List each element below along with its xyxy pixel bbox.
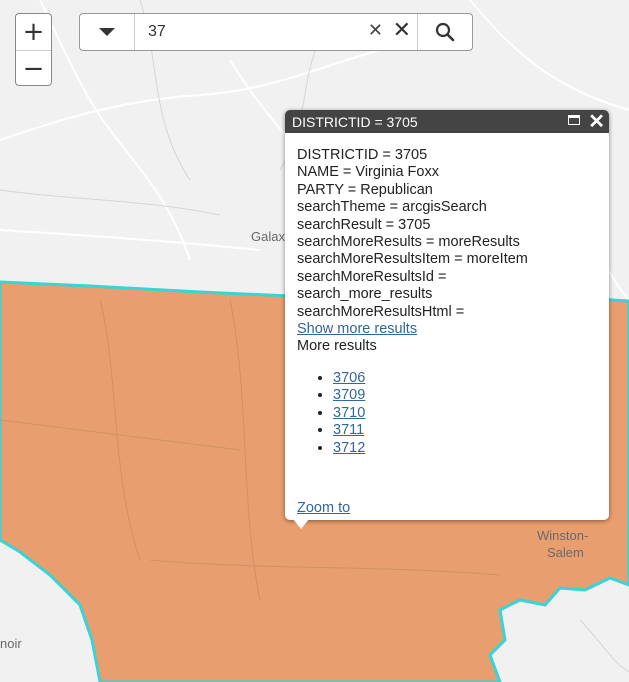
search-source-dropdown[interactable]: [80, 14, 135, 50]
popup-content: DISTRICTID = 3705 NAME = Virginia Foxx P…: [285, 133, 609, 457]
map-label-lenoir: noir: [0, 636, 22, 651]
clear-icon[interactable]: ✕: [368, 20, 383, 41]
result-link[interactable]: 3712: [333, 440, 365, 456]
list-item: 3711: [333, 422, 597, 440]
chevron-down-icon: [99, 28, 115, 36]
more-results-list: 3706 3709 3710 3711 3712: [297, 370, 597, 458]
info-popup: DISTRICTID = 3705 ✕ DISTRICTID = 3705 NA…: [285, 110, 609, 529]
attr-line: searchResult = 3705: [297, 216, 431, 233]
attr-line: searchMoreResultsHtml =: [297, 303, 465, 320]
popup-pointer: [293, 519, 309, 529]
result-link[interactable]: 3711: [333, 422, 364, 438]
more-results-label: More results: [297, 338, 377, 355]
attr-line: searchMoreResults = moreResults: [297, 234, 520, 251]
close-icon[interactable]: ✕: [393, 18, 411, 43]
search-icon: [435, 22, 455, 42]
attr-line: NAME = Virginia Foxx: [297, 164, 439, 181]
list-item: 3712: [333, 440, 597, 458]
map-label-salem: Salem: [547, 545, 584, 560]
attr-line: PARTY = Republican: [297, 181, 433, 198]
result-link[interactable]: 3709: [333, 387, 365, 403]
zoom-out-button[interactable]: −: [16, 51, 51, 87]
attr-line: searchTheme = arcgisSearch: [297, 199, 487, 216]
zoom-in-button[interactable]: +: [16, 14, 51, 51]
attr-line: search_more_results: [297, 286, 433, 303]
zoom-control: + −: [15, 13, 52, 86]
map-label-galax: Galax: [251, 229, 285, 244]
search-field-wrap: ✕ ✕: [135, 14, 417, 50]
attr-line: DISTRICTID = 3705: [297, 147, 428, 163]
search-widget: ✕ ✕: [79, 13, 473, 51]
attr-line: searchMoreResultsId =: [297, 268, 447, 285]
zoom-to-link[interactable]: Zoom to: [297, 500, 350, 516]
list-item: 3709: [333, 387, 597, 405]
popup-title: DISTRICTID = 3705: [292, 113, 418, 130]
search-button[interactable]: [417, 14, 472, 50]
list-item: 3706: [333, 370, 597, 388]
result-link[interactable]: 3706: [333, 370, 365, 386]
popup-header: DISTRICTID = 3705 ✕: [285, 110, 609, 133]
list-item: 3710: [333, 405, 597, 423]
result-link[interactable]: 3710: [333, 405, 365, 421]
show-more-results-link[interactable]: Show more results: [297, 321, 417, 337]
attr-line: searchMoreResultsItem = moreItem: [297, 251, 528, 268]
close-icon[interactable]: ✕: [588, 109, 605, 134]
maximize-icon[interactable]: [568, 115, 580, 125]
map-label-winston: Winston-: [537, 528, 589, 543]
